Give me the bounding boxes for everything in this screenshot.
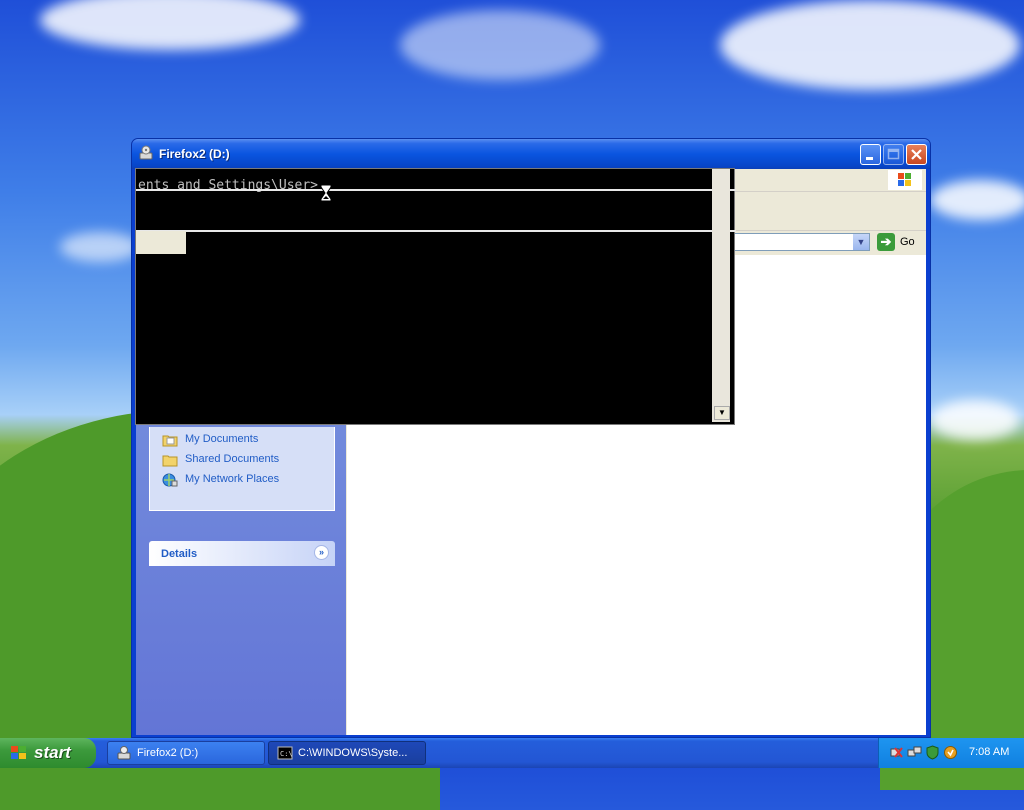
network-places-icon bbox=[162, 473, 178, 487]
expand-chevron-icon[interactable]: » bbox=[314, 545, 329, 560]
svg-text:C:\: C:\ bbox=[280, 750, 293, 758]
console-artifact bbox=[136, 231, 186, 254]
drive-icon bbox=[117, 746, 131, 760]
window-titlebar[interactable]: Firefox2 (D:) bbox=[132, 139, 930, 169]
updates-icon[interactable] bbox=[943, 745, 958, 760]
maximize-button[interactable] bbox=[883, 144, 904, 165]
details-title: Details bbox=[161, 548, 198, 560]
minimize-icon bbox=[861, 145, 880, 164]
close-button[interactable] bbox=[906, 144, 927, 165]
go-label: Go bbox=[900, 236, 915, 248]
window-title: Firefox2 (D:) bbox=[159, 147, 230, 161]
go-button[interactable]: ➔ Go bbox=[877, 233, 923, 252]
details-panel-header[interactable]: Details » bbox=[149, 541, 335, 566]
security-shield-icon[interactable] bbox=[925, 745, 940, 760]
console-scrollbar[interactable]: ▼ bbox=[712, 169, 730, 422]
close-icon bbox=[907, 145, 926, 164]
hourglass-cursor-icon bbox=[320, 184, 332, 202]
taskbar-button-explorer[interactable]: Firefox2 (D:) bbox=[107, 741, 265, 765]
taskbar-button-cmd[interactable]: C:\ C:\WINDOWS\Syste... bbox=[268, 741, 426, 765]
other-places-panel: My Documents Shared Documents My Network… bbox=[149, 427, 335, 511]
start-label: start bbox=[34, 743, 71, 762]
drive-icon bbox=[139, 145, 153, 160]
console-divider bbox=[136, 230, 736, 232]
scroll-down-icon[interactable]: ▼ bbox=[714, 406, 730, 420]
start-button[interactable]: start bbox=[0, 738, 96, 768]
network-disconnected-icon[interactable] bbox=[889, 745, 904, 760]
console-divider bbox=[136, 189, 736, 191]
cmd-icon: C:\ bbox=[277, 746, 293, 760]
taskbar: start Firefox2 (D:) C:\ C:\WINDOWS\Syste… bbox=[0, 738, 1024, 768]
windows-logo-icon bbox=[888, 170, 922, 190]
maximize-icon bbox=[884, 145, 903, 164]
folder-documents-icon bbox=[162, 435, 178, 447]
go-arrow-icon: ➔ bbox=[877, 233, 895, 251]
network-icon[interactable] bbox=[907, 745, 922, 760]
folder-icon bbox=[162, 455, 178, 467]
taskbar-clock: 7:08 AM bbox=[969, 746, 1010, 758]
system-tray: 7:08 AM bbox=[878, 738, 1024, 768]
command-prompt-window[interactable]: ents and Settings\User> ▼ bbox=[135, 168, 736, 425]
chevron-down-icon[interactable]: ▼ bbox=[853, 234, 869, 250]
minimize-button[interactable] bbox=[860, 144, 881, 165]
windows-flag-icon bbox=[11, 746, 26, 759]
